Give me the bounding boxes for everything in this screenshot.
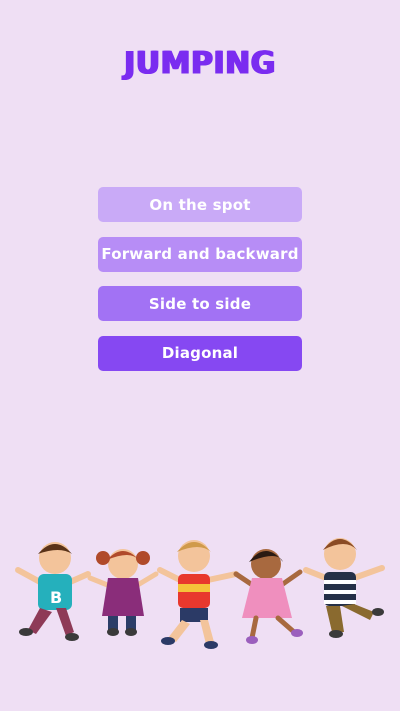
jump-type-menu: On the spot Forward and backward Side to… xyxy=(98,187,302,385)
shirt-letter: B xyxy=(50,588,62,607)
kid-5-illustration xyxy=(303,538,385,638)
kid-2-illustration xyxy=(87,549,159,636)
diagonal-button[interactable]: Diagonal xyxy=(98,335,302,371)
kid-3-illustration xyxy=(157,540,239,649)
kid-1-illustration: B xyxy=(15,542,91,641)
jumping-kids-illustration: B xyxy=(15,538,385,649)
kid-4-illustration xyxy=(233,549,303,644)
forward-and-backward-button[interactable]: Forward and backward xyxy=(98,236,302,272)
on-the-spot-button[interactable]: On the spot xyxy=(98,187,302,222)
side-to-side-button[interactable]: Side to side xyxy=(98,286,302,321)
page-title: JUMPING xyxy=(124,45,276,82)
